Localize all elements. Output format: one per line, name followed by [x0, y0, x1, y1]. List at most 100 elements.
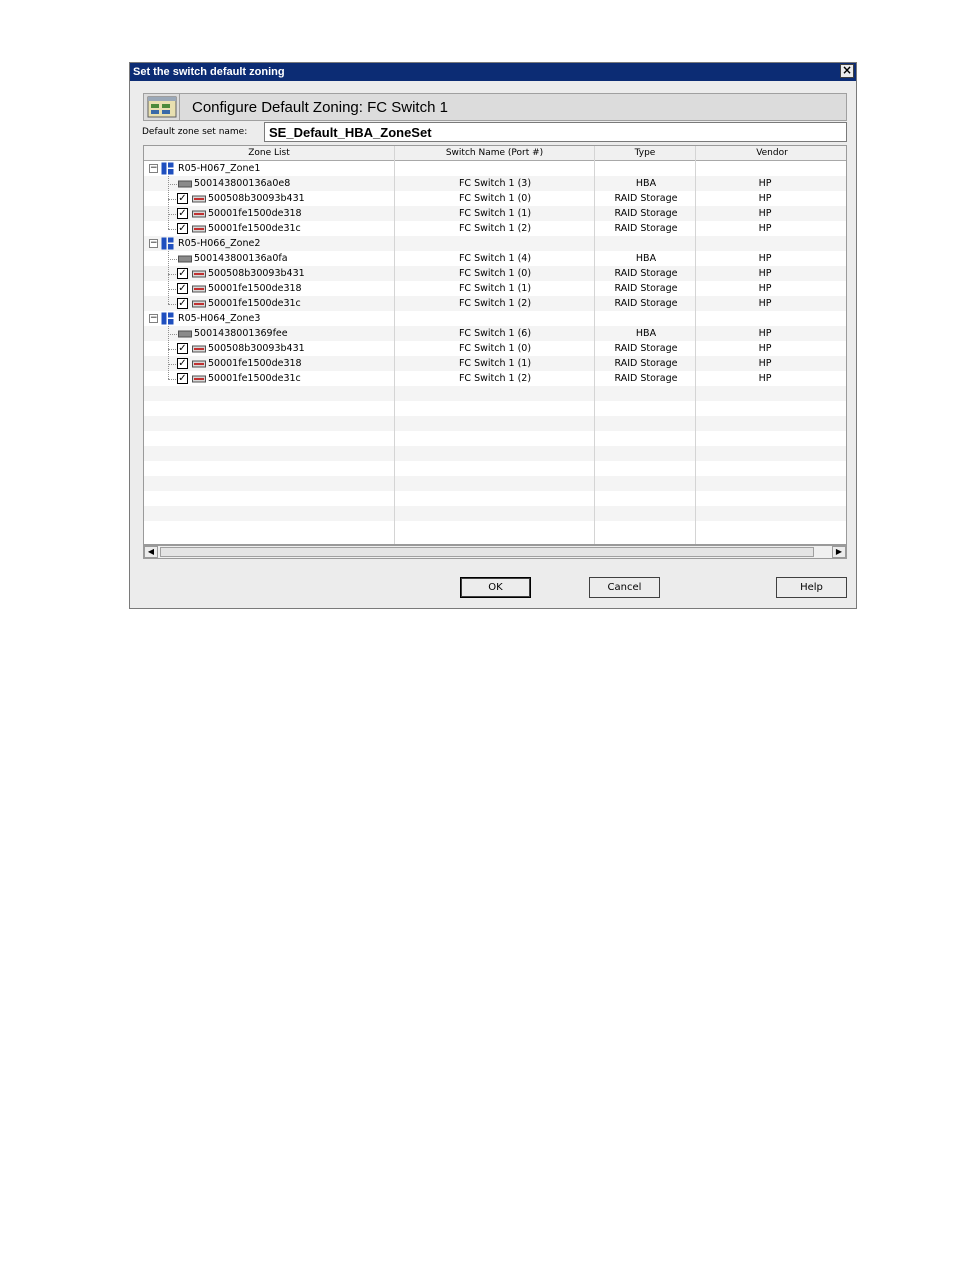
zoning-icon [147, 96, 177, 118]
member-vendor: HP [758, 268, 772, 279]
hba-card-icon [178, 330, 192, 338]
member-type: RAID Storage [614, 298, 678, 309]
header-icon-wrap [144, 94, 180, 120]
empty-row [144, 446, 846, 461]
member-switch-port: FC Switch 1 (6) [458, 328, 532, 339]
member-row[interactable]: 500143800136a0fa FC Switch 1 (4) HBA HP [144, 251, 846, 266]
zone-row[interactable]: − R05-H067_Zone1 [144, 161, 846, 176]
member-wwn: 500143800136a0fa [194, 253, 288, 264]
storage-icon [192, 195, 206, 203]
collapse-icon[interactable]: − [149, 164, 158, 173]
cancel-button-label: Cancel [607, 582, 642, 593]
ok-button-label: OK [488, 582, 503, 593]
member-vendor: HP [758, 343, 772, 354]
zone-name: R05-H064_Zone3 [178, 313, 261, 324]
empty-row [144, 461, 846, 476]
hba-card-icon [178, 180, 192, 188]
tree-line [168, 251, 169, 304]
col-divider [695, 146, 696, 544]
member-row[interactable]: ✓ 500508b30093b431 FC Switch 1 (0) RAID Sto… [144, 266, 846, 281]
zone-row[interactable]: − R05-H064_Zone3 [144, 311, 846, 326]
member-wwn: 500508b30093b431 [208, 343, 305, 354]
member-vendor: HP [758, 298, 772, 309]
member-row[interactable]: ✓ 500508b30093b431 FC Switch 1 (0) RAID Sto… [144, 191, 846, 206]
member-checkbox[interactable]: ✓ [177, 208, 188, 219]
member-wwn: 50001fe1500de31c [208, 373, 301, 384]
member-switch-port: FC Switch 1 (1) [458, 358, 532, 369]
member-type: HBA [635, 178, 657, 189]
zoning-dialog: Set the switch default zoning × Configur… [129, 62, 857, 609]
empty-row [144, 401, 846, 416]
member-wwn: 500143800136a0e8 [194, 178, 291, 189]
member-vendor: HP [758, 193, 772, 204]
member-wwn: 500508b30093b431 [208, 193, 305, 204]
member-checkbox[interactable]: ✓ [177, 223, 188, 234]
page-title: Configure Default Zoning: FC Switch 1 [192, 99, 448, 116]
close-icon: × [841, 63, 853, 77]
member-type: HBA [635, 253, 657, 264]
storage-icon [192, 300, 206, 308]
member-switch-port: FC Switch 1 (3) [458, 178, 532, 189]
hba-card-icon [178, 255, 192, 263]
member-checkbox[interactable]: ✓ [177, 343, 188, 354]
member-switch-port: FC Switch 1 (0) [458, 343, 532, 354]
empty-row [144, 386, 846, 401]
zone-grid: Zone List Switch Name (Port #) Type Vend… [143, 145, 847, 545]
scroll-thumb[interactable] [160, 547, 814, 557]
member-switch-port: FC Switch 1 (0) [458, 268, 532, 279]
collapse-icon[interactable]: − [149, 314, 158, 323]
col-header-type[interactable]: Type [595, 146, 696, 161]
zone-set-name-input[interactable] [264, 122, 847, 142]
member-checkbox[interactable]: ✓ [177, 358, 188, 369]
close-button[interactable]: × [840, 64, 854, 78]
member-wwn: 5001438001369fee [194, 328, 288, 339]
member-type: RAID Storage [614, 208, 678, 219]
help-button-label: Help [800, 582, 823, 593]
col-divider [594, 146, 595, 544]
tree-line [168, 259, 177, 260]
member-wwn: 500508b30093b431 [208, 268, 305, 279]
member-type: RAID Storage [614, 283, 678, 294]
col-divider [394, 146, 395, 544]
scroll-right-button[interactable]: ▶ [832, 546, 846, 558]
member-checkbox[interactable]: ✓ [177, 298, 188, 309]
member-type: RAID Storage [614, 268, 678, 279]
window-title: Set the switch default zoning [133, 66, 285, 78]
header-panel: Configure Default Zoning: FC Switch 1 [143, 93, 847, 121]
zone-icon [161, 162, 174, 175]
collapse-icon[interactable]: − [149, 239, 158, 248]
tree-line [168, 176, 169, 229]
empty-row [144, 431, 846, 446]
storage-icon [192, 210, 206, 218]
member-checkbox[interactable]: ✓ [177, 268, 188, 279]
horizontal-scrollbar[interactable]: ◀ ▶ [143, 545, 847, 559]
member-checkbox[interactable]: ✓ [177, 193, 188, 204]
member-vendor: HP [758, 208, 772, 219]
member-row[interactable]: ✓ 50001fe1500de31c FC Switch 1 (2) RAID Sto… [144, 296, 846, 311]
scroll-left-button[interactable]: ◀ [144, 546, 158, 558]
zone-name: R05-H067_Zone1 [178, 163, 261, 174]
member-vendor: HP [758, 178, 772, 189]
member-checkbox[interactable]: ✓ [177, 373, 188, 384]
member-wwn: 50001fe1500de31c [208, 298, 301, 309]
help-button[interactable]: Help [776, 577, 847, 598]
member-row[interactable]: 5001438001369fee FC Switch 1 (6) HBA HP [144, 326, 846, 341]
member-row[interactable]: ✓ 500508b30093b431 FC Switch 1 (0) RAID Sto… [144, 341, 846, 356]
col-header-vendor[interactable]: Vendor [696, 146, 846, 161]
member-row[interactable]: ✓ 50001fe1500de318 FC Switch 1 (1) RAID Sto… [144, 206, 846, 221]
empty-row [144, 506, 846, 521]
member-row[interactable]: ✓ 50001fe1500de31c FC Switch 1 (2) RAID Sto… [144, 221, 846, 236]
member-row[interactable]: ✓ 50001fe1500de318 FC Switch 1 (1) RAID Sto… [144, 356, 846, 371]
member-type: HBA [635, 328, 657, 339]
title-bar[interactable]: Set the switch default zoning × [130, 63, 856, 81]
ok-button[interactable]: OK [460, 577, 531, 598]
col-header-switch-name[interactable]: Switch Name (Port #) [395, 146, 595, 161]
cancel-button[interactable]: Cancel [589, 577, 660, 598]
col-header-zone-list[interactable]: Zone List [144, 146, 395, 161]
member-row[interactable]: ✓ 50001fe1500de318 FC Switch 1 (1) RAID Sto… [144, 281, 846, 296]
zone-icon [161, 312, 174, 325]
member-row[interactable]: 500143800136a0e8 FC Switch 1 (3) HBA HP [144, 176, 846, 191]
member-row[interactable]: ✓ 50001fe1500de31c FC Switch 1 (2) RAID Sto… [144, 371, 846, 386]
member-checkbox[interactable]: ✓ [177, 283, 188, 294]
zone-row[interactable]: − R05-H066_Zone2 [144, 236, 846, 251]
